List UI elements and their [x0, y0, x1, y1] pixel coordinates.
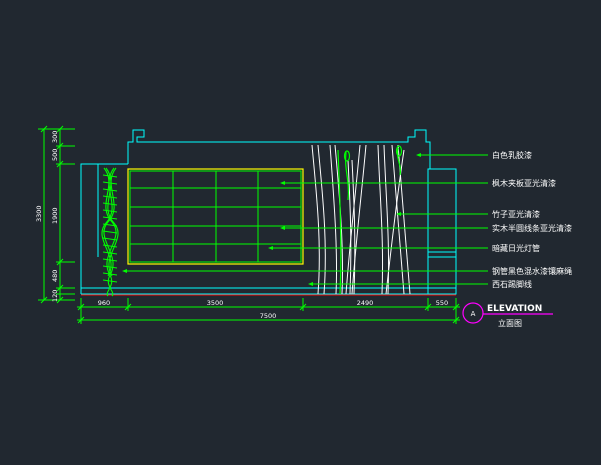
dim-300: 300: [51, 131, 59, 143]
dim-960: 960: [98, 299, 110, 307]
dim-1900: 1900: [51, 207, 59, 224]
note-bamboo-varnish: 竹子亚光清漆: [492, 209, 540, 219]
dim-3500: 3500: [207, 299, 224, 307]
dim-500: 500: [51, 149, 59, 161]
note-hidden-fluorescent: 暗藏日光灯管: [492, 243, 540, 253]
elevation-title: ELEVATION: [487, 304, 542, 314]
note-white-latex-paint: 白色乳胶漆: [492, 150, 532, 160]
dim-550: 550: [436, 299, 448, 307]
elevation-subtitle: 立面图: [498, 318, 522, 328]
note-stone-skirting: 西石踢脚线: [492, 279, 532, 289]
note-maple-plywood: 枫木夹板亚光清漆: [492, 178, 556, 188]
dim-120: 120: [51, 290, 59, 302]
dim-2490: 2490: [357, 299, 374, 307]
dim-7500: 7500: [260, 312, 277, 320]
note-steel-pipe-rope: 钢管黑色混水漆镶麻绳: [492, 266, 572, 276]
dim-total-height: 3300: [35, 205, 43, 222]
dim-480: 480: [51, 270, 59, 282]
note-solid-wood-molding: 实木半圆线条亚光清漆: [492, 223, 572, 233]
elevation-drawing: 3300 300 500 1900 480 120 白色乳胶漆 枫木夹板亚光清漆…: [0, 0, 601, 465]
section-marker-label: A: [471, 310, 476, 318]
